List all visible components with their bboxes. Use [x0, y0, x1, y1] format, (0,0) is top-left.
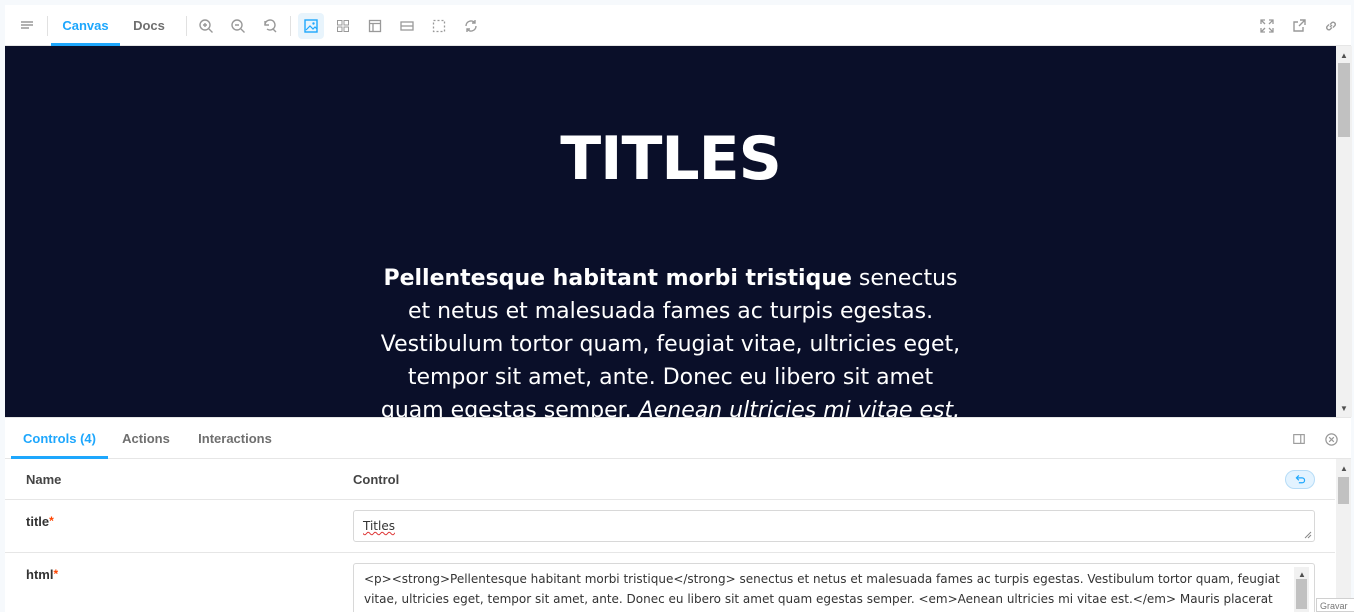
zoom-in-icon[interactable] [193, 13, 219, 39]
tab-canvas[interactable]: Canvas [51, 5, 120, 46]
control-name: title* [26, 514, 54, 529]
close-panel-icon[interactable] [1322, 430, 1340, 448]
html-textarea-scrollbar[interactable]: ▲ [1294, 567, 1309, 612]
required-marker: * [53, 567, 59, 581]
addons-scrollbar[interactable]: ▲ [1336, 459, 1351, 612]
preview-body-em: Aenean ultricies mi vitae est. [638, 398, 961, 417]
preview-title: TITLES [560, 124, 782, 194]
controls-table: Name Control title* Titles html* <p><str… [5, 459, 1335, 612]
measure-icon[interactable] [394, 13, 420, 39]
panel-orientation-icon[interactable] [1290, 430, 1308, 448]
controls-header-row: Name Control [5, 459, 1335, 500]
tab-docs[interactable]: Docs [120, 5, 178, 46]
control-name-label: title [26, 514, 50, 529]
remount-icon[interactable] [458, 13, 484, 39]
toolbar: Canvas Docs [5, 5, 1351, 46]
grid-icon[interactable] [330, 13, 356, 39]
control-name: html* [26, 567, 58, 582]
column-header-name: Name [26, 472, 62, 487]
scroll-up-icon[interactable]: ▲ [1336, 461, 1352, 475]
undo-icon [1295, 475, 1305, 484]
outline-icon[interactable] [426, 13, 452, 39]
tab-interactions[interactable]: Interactions [189, 418, 281, 459]
open-new-tab-icon[interactable] [1286, 13, 1312, 39]
fullscreen-icon[interactable] [1254, 13, 1280, 39]
zoom-reset-icon[interactable] [257, 13, 283, 39]
tab-controls[interactable]: Controls (4) [11, 418, 108, 459]
preview-scrollbar[interactable]: ▲ ▼ [1336, 46, 1352, 417]
save-toast[interactable]: Gravar [1316, 598, 1354, 612]
addons-panel: Controls (4) Actions Interactions Name C… [5, 417, 1351, 612]
scrollbar-thumb[interactable] [1338, 477, 1349, 504]
sidebar-toggle-icon[interactable] [14, 13, 40, 39]
control-name-label: html [26, 567, 54, 582]
preview-canvas: TITLES Pellentesque habitant morbi trist… [5, 46, 1336, 417]
copy-link-icon[interactable] [1318, 13, 1344, 39]
toolbar-divider [47, 16, 48, 36]
scroll-up-icon[interactable]: ▲ [1336, 48, 1352, 62]
background-icon[interactable] [298, 13, 324, 39]
title-value: Titles [363, 519, 395, 533]
control-row-html: html* <p><strong>Pellentesque habitant m… [5, 553, 1335, 612]
title-textarea[interactable]: Titles [353, 510, 1315, 542]
viewport-icon[interactable] [362, 13, 388, 39]
scroll-down-icon[interactable]: ▼ [1336, 401, 1352, 415]
tab-actions[interactable]: Actions [111, 418, 181, 459]
zoom-out-icon[interactable] [225, 13, 251, 39]
html-textarea[interactable]: <p><strong>Pellentesque habitant morbi t… [353, 563, 1315, 612]
addons-tabbar: Controls (4) Actions Interactions [5, 418, 1351, 459]
toolbar-divider [186, 16, 187, 36]
control-row-title: title* Titles [5, 500, 1335, 553]
resize-grip-icon[interactable] [1304, 531, 1312, 539]
required-marker: * [49, 514, 54, 528]
scrollbar-thumb[interactable] [1296, 579, 1307, 609]
reset-controls-button[interactable] [1285, 470, 1315, 489]
scrollbar-thumb[interactable] [1338, 63, 1350, 137]
column-header-control: Control [353, 472, 400, 487]
toolbar-divider [290, 16, 291, 36]
preview-body-strong: Pellentesque habitant morbi tristique [383, 266, 852, 291]
preview-body: Pellentesque habitant morbi tristique se… [376, 262, 965, 417]
storybook-app: Canvas Docs TITLES Pellentesque habitant… [0, 0, 1354, 612]
